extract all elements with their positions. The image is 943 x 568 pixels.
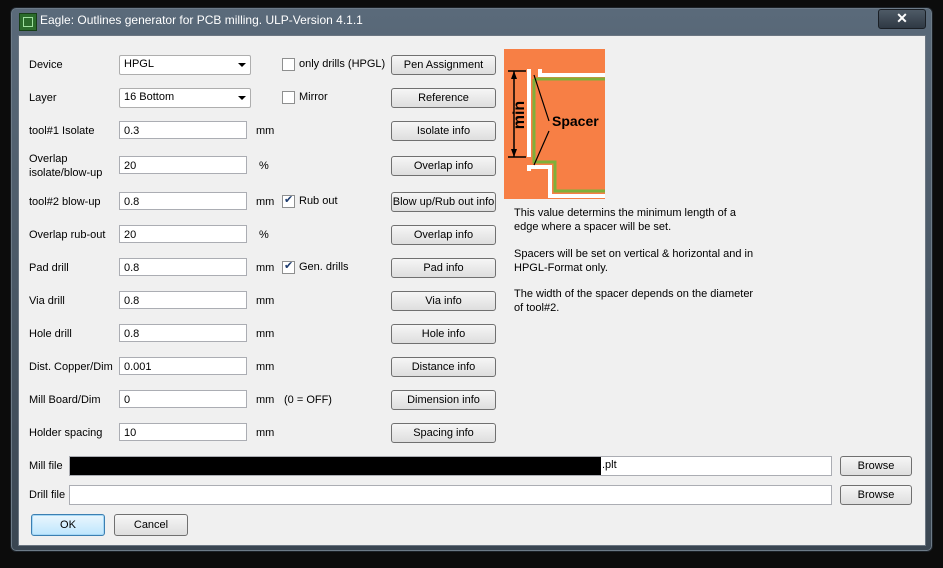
- checkmark-icon: ✔: [284, 194, 294, 206]
- window-title: Eagle: Outlines generator for PCB millin…: [40, 13, 363, 27]
- gen-drills-label: Gen. drills: [299, 261, 349, 273]
- via-info-button[interactable]: Via info: [391, 291, 496, 311]
- browse-mill-button[interactable]: Browse: [840, 456, 912, 476]
- distance-info-button[interactable]: Distance info: [391, 357, 496, 377]
- device-label: Device: [29, 59, 63, 71]
- tool1-isolate-label: tool#1 Isolate: [29, 125, 95, 137]
- close-button[interactable]: ✕: [878, 9, 926, 29]
- tool2-blowup-unit: mm: [256, 196, 275, 208]
- dimension-info-button[interactable]: Dimension info: [391, 390, 496, 410]
- dialog-client-area: Device HPGL Layer 16 Bottom tool#1 Isola…: [18, 35, 926, 546]
- overlap-info-button[interactable]: Overlap info: [391, 156, 496, 176]
- pad-drill-input[interactable]: 0.8: [119, 258, 247, 276]
- cancel-button[interactable]: Cancel: [114, 514, 188, 536]
- dist-copper-unit: mm: [256, 361, 275, 373]
- dist-copper-label: Dist. Copper/Dim: [29, 361, 113, 373]
- overlap-isolate-label-line1: Overlap: [29, 153, 68, 165]
- isolate-info-button[interactable]: Isolate info: [391, 121, 496, 141]
- tool2-blowup-label: tool#2 blow-up: [29, 196, 101, 208]
- via-drill-unit: mm: [256, 295, 275, 307]
- only-drills-label: only drills (HPGL): [299, 58, 386, 70]
- browse-drill-button[interactable]: Browse: [840, 485, 912, 505]
- hole-drill-unit: mm: [256, 328, 275, 340]
- spacing-info-button[interactable]: Spacing info: [391, 423, 496, 443]
- mill-file-input[interactable]: .plt: [69, 456, 832, 476]
- chevron-down-icon: [238, 63, 246, 67]
- reference-button[interactable]: Reference: [391, 88, 496, 108]
- overlap-isolate-label-line2: isolate/blow-up: [29, 167, 103, 179]
- tool1-isolate-input[interactable]: 0.3: [119, 121, 247, 139]
- overlap-rubout-unit: %: [259, 229, 269, 241]
- dist-copper-input[interactable]: 0.001: [119, 357, 247, 375]
- mill-board-note: (0 = OFF): [284, 394, 332, 406]
- device-select-value: HPGL: [124, 58, 154, 70]
- mill-file-suffix: .plt: [602, 459, 617, 471]
- info-paragraph-1: This value determins the minimum length …: [514, 207, 736, 233]
- via-drill-input[interactable]: 0.8: [119, 291, 247, 309]
- info-paragraph-3: The width of the spacer depends on the d…: [514, 288, 754, 314]
- overlap-rubout-info-button[interactable]: Overlap info: [391, 225, 496, 245]
- min-label: min: [511, 101, 528, 129]
- blowup-rubout-info-button[interactable]: Blow up/Rub out info: [391, 192, 496, 212]
- checkmark-icon: ✔: [284, 260, 294, 272]
- rub-out-checkbox[interactable]: ✔: [282, 194, 295, 208]
- tool2-blowup-input[interactable]: 0.8: [119, 192, 247, 210]
- hole-info-button[interactable]: Hole info: [391, 324, 496, 344]
- device-select[interactable]: HPGL: [119, 55, 251, 75]
- pad-drill-label: Pad drill: [29, 262, 69, 274]
- via-drill-label: Via drill: [29, 295, 65, 307]
- overlap-rubout-input[interactable]: 20: [119, 225, 247, 243]
- mill-board-input[interactable]: 0: [119, 390, 247, 408]
- rub-out-label: Rub out: [299, 195, 338, 207]
- ok-button[interactable]: OK: [31, 514, 105, 536]
- gen-drills-checkbox[interactable]: ✔: [282, 260, 295, 274]
- title-bar[interactable]: Eagle: Outlines generator for PCB millin…: [11, 8, 932, 34]
- layer-select[interactable]: 16 Bottom: [119, 88, 251, 108]
- overlap-isolate-unit: %: [259, 160, 269, 172]
- eagle-app-icon: [19, 13, 37, 31]
- holder-spacing-input[interactable]: 10: [119, 423, 247, 441]
- only-drills-checkbox[interactable]: [282, 58, 295, 71]
- layer-select-value: 16 Bottom: [124, 91, 175, 103]
- holder-spacing-unit: mm: [256, 427, 275, 439]
- drill-file-input[interactable]: [69, 485, 832, 505]
- tool1-isolate-unit: mm: [256, 125, 275, 137]
- pad-info-button[interactable]: Pad info: [391, 258, 496, 278]
- redacted-path: [70, 457, 601, 475]
- mirror-checkbox[interactable]: [282, 91, 295, 104]
- mirror-label: Mirror: [299, 91, 328, 103]
- overlap-rubout-label: Overlap rub-out: [29, 229, 106, 241]
- info-paragraph-2: Spacers will be set on vertical & horizo…: [514, 248, 754, 274]
- hole-drill-label: Hole drill: [29, 328, 72, 340]
- chevron-down-icon: [238, 96, 246, 100]
- mill-file-label: Mill file: [29, 460, 63, 472]
- overlap-isolate-input[interactable]: 20: [119, 156, 247, 174]
- layer-label: Layer: [29, 92, 57, 104]
- hole-drill-input[interactable]: 0.8: [119, 324, 247, 342]
- spacer-label: Spacer: [552, 113, 599, 129]
- mill-board-unit: mm: [256, 394, 275, 406]
- pad-drill-unit: mm: [256, 262, 275, 274]
- dialog-window: Eagle: Outlines generator for PCB millin…: [10, 7, 933, 552]
- drill-file-label: Drill file: [29, 489, 66, 501]
- pen-assignment-button[interactable]: Pen Assignment: [391, 55, 496, 75]
- mill-board-label: Mill Board/Dim: [29, 394, 101, 406]
- holder-spacing-label: Holder spacing: [29, 427, 103, 439]
- spacer-diagram: min Spacer: [504, 49, 605, 199]
